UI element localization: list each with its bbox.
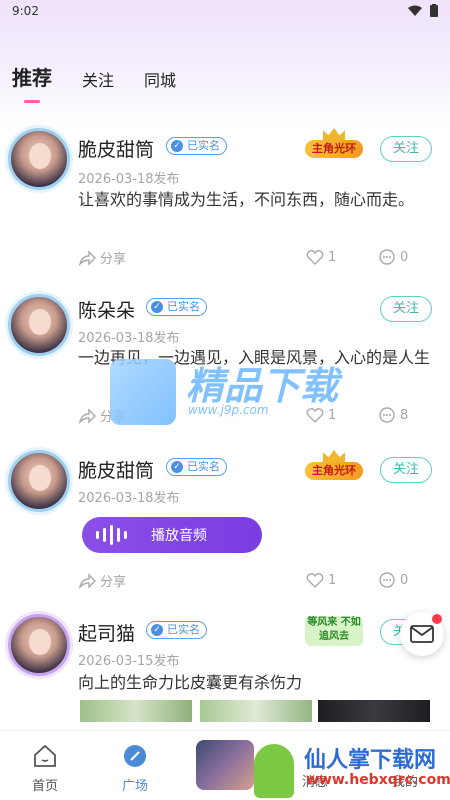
share-icon <box>78 249 96 266</box>
medal-badge: 主角光环 <box>305 128 363 164</box>
medal-badge: 等风来 不如追风去 <box>305 612 363 648</box>
envelope-icon <box>410 625 434 643</box>
home-icon <box>34 744 56 767</box>
like-button[interactable]: 1 <box>306 248 336 266</box>
username[interactable]: 陈朵朵 <box>78 296 135 323</box>
tab-following[interactable]: 关注 <box>82 67 114 91</box>
site-watermark-title: 仙人掌下载网 <box>304 748 437 773</box>
post-actions: 分享 1 0 <box>78 248 418 268</box>
post-photos[interactable] <box>80 700 430 722</box>
share-button[interactable]: 分享 <box>78 248 126 267</box>
follow-button[interactable]: 关注 <box>380 136 432 162</box>
battery-icon <box>430 4 438 17</box>
site-watermark-url: www.hebxqrc.com <box>306 772 450 788</box>
share-icon <box>78 572 96 589</box>
check-icon: ✓ <box>151 301 163 313</box>
username[interactable]: 起司猫 <box>78 619 135 646</box>
post-actions: 分享 1 0 <box>78 571 418 591</box>
site-watermark: 仙人掌下载网 www.hebxqrc.com <box>248 738 450 798</box>
compass-icon <box>124 745 146 767</box>
post-date: 2026-03-18发布 <box>78 172 180 187</box>
avatar[interactable] <box>8 450 70 512</box>
check-icon: ✓ <box>171 461 183 473</box>
feed-tabs: 推荐 关注 同城 <box>12 62 176 103</box>
check-icon: ✓ <box>151 624 163 636</box>
message-fab-button[interactable] <box>400 612 444 656</box>
verified-badge: ✓ 已实名 <box>166 458 227 476</box>
status-bar: 9:02 <box>0 0 450 22</box>
like-button[interactable]: 1 <box>306 571 336 589</box>
crown-icon <box>323 128 345 140</box>
check-icon: ✓ <box>171 140 183 152</box>
post-date: 2026-03-18发布 <box>78 491 180 506</box>
comment-button[interactable]: 0 <box>378 248 408 266</box>
watermark-url: www.j9p.com <box>188 403 269 417</box>
username[interactable]: 脆皮甜筒 <box>78 456 154 483</box>
comment-button[interactable]: 0 <box>378 571 408 589</box>
photo-thumbnail[interactable] <box>318 700 430 722</box>
follow-button[interactable]: 关注 <box>380 457 432 483</box>
post-date: 2026-03-18发布 <box>78 331 180 346</box>
post-date: 2026-03-15发布 <box>78 654 180 669</box>
status-time: 9:02 <box>12 4 39 18</box>
verified-badge: ✓ 已实名 <box>146 621 207 639</box>
heart-icon <box>306 250 324 265</box>
audio-wave-icon <box>96 525 127 545</box>
medal-badge: 主角光环 <box>305 450 363 486</box>
share-icon <box>78 407 96 424</box>
share-button[interactable]: 分享 <box>78 571 126 590</box>
heart-icon <box>306 573 324 588</box>
post-text: 让喜欢的事情成为生活，不问东西，随心而走。 <box>78 190 415 209</box>
watermark-title: 精品下载 <box>186 364 339 408</box>
tab-recommend[interactable]: 推荐 <box>12 62 52 103</box>
follow-button[interactable]: 关注 <box>380 296 432 322</box>
verified-badge: ✓ 已实名 <box>166 137 227 155</box>
system-icons <box>408 4 438 17</box>
wifi-icon <box>408 5 422 16</box>
avatar[interactable] <box>8 128 70 190</box>
photo-thumbnail[interactable] <box>200 700 312 722</box>
play-audio-button[interactable]: 播放音频 <box>82 517 262 553</box>
username[interactable]: 脆皮甜筒 <box>78 135 154 162</box>
notification-dot <box>432 614 442 624</box>
center-live-thumbnail[interactable] <box>196 740 254 790</box>
photo-thumbnail[interactable] <box>80 700 192 722</box>
nav-square[interactable]: 广场 <box>105 743 165 794</box>
nav-home[interactable]: 首页 <box>15 743 75 794</box>
verified-badge: ✓ 已实名 <box>146 298 207 316</box>
comment-icon <box>379 572 395 588</box>
cactus-logo <box>254 744 294 798</box>
comment-icon <box>379 249 395 265</box>
watermark-overlay: 精品下载 www.j9p.com <box>110 355 390 435</box>
avatar[interactable] <box>8 294 70 356</box>
crown-icon <box>323 450 345 462</box>
watermark-logo <box>110 359 176 425</box>
post-text: 向上的生命力比皮囊更有杀伤力 <box>78 673 303 692</box>
avatar[interactable] <box>8 614 70 676</box>
tab-nearby[interactable]: 同城 <box>144 67 176 91</box>
